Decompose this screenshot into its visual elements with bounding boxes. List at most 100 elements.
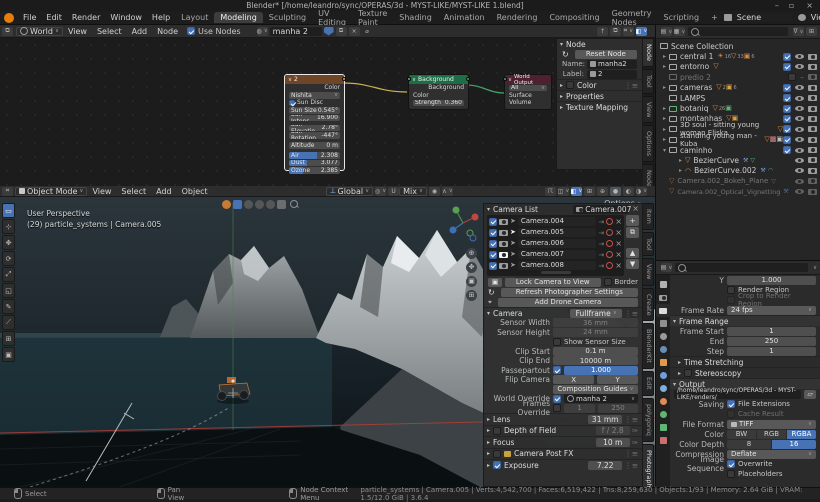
clear-active-camera-icon[interactable]: × xyxy=(632,205,639,213)
sun-intensity-field[interactable]: Sun Intens16.900 xyxy=(285,114,344,122)
active-tool-tab-icon[interactable] xyxy=(233,200,242,209)
hide-eye-icon[interactable] xyxy=(795,64,804,69)
time-stretching-panel[interactable]: ▸Time Stretching xyxy=(670,356,820,367)
texture-mapping-subpanel[interactable]: ▸Texture Mapping xyxy=(557,101,642,112)
shader-menu-node[interactable]: Node xyxy=(152,27,183,36)
placeholders-checkbox[interactable] xyxy=(727,470,735,478)
printer-output-tab-icon[interactable] xyxy=(277,200,286,209)
material-tab-icon[interactable] xyxy=(222,200,231,209)
sky-node-header[interactable]: ∨ 2 xyxy=(285,75,344,84)
rotate-tool[interactable]: ⟳ xyxy=(2,251,15,266)
gizmo-x-axis[interactable] xyxy=(472,214,479,221)
altitude-field[interactable]: Altitude0 m xyxy=(285,142,344,150)
render-region-checkbox[interactable] xyxy=(727,286,735,294)
physics-tab-icon[interactable] xyxy=(656,395,670,408)
outliner-row-scene-collection[interactable]: Scene Collection xyxy=(656,41,820,51)
depth-16-option[interactable]: 16 xyxy=(772,440,816,449)
sensor-width-field[interactable]: 36 mm xyxy=(553,318,638,327)
sun-disc-checkbox[interactable]: Sun Disc xyxy=(285,99,344,107)
camera-view-icon[interactable]: ▣ xyxy=(466,276,477,287)
outliner-row-collection[interactable]: ▸entorno▽ xyxy=(656,62,820,72)
scale-tool[interactable]: ⤢ xyxy=(2,267,15,282)
modifier-tab-icon[interactable] xyxy=(656,369,670,382)
pin-icon[interactable]: ⌀ xyxy=(362,27,373,36)
hide-eye-icon[interactable] xyxy=(795,85,804,90)
shader-menu-add[interactable]: Add xyxy=(127,27,153,36)
workspace-tab-scripting[interactable]: Scripting xyxy=(657,12,705,23)
texture-tab-icon[interactable] xyxy=(656,434,670,447)
exposure-checkbox[interactable] xyxy=(493,461,501,469)
transform-tool[interactable]: ◱ xyxy=(2,283,15,298)
menu-edit[interactable]: Edit xyxy=(41,13,67,22)
use-nodes-checkbox[interactable]: Use Nodes xyxy=(187,27,241,36)
gizmo-neg-z-axis[interactable] xyxy=(470,235,476,241)
slot-copy-icon[interactable]: ⧉ xyxy=(610,27,621,36)
menu-file[interactable]: File xyxy=(18,13,41,22)
exclude-checkbox[interactable] xyxy=(783,115,791,123)
background-color-input[interactable]: Color xyxy=(409,92,468,100)
move-down-button[interactable]: ▼ xyxy=(626,259,639,269)
viewport-editor-type-icon[interactable]: ⌗ xyxy=(2,187,13,196)
filter-mode-icon[interactable]: ▦∨ xyxy=(674,27,685,36)
render-camera-icon[interactable] xyxy=(808,157,817,163)
outliner-row-collection[interactable]: ▸botaniq▽26▣ xyxy=(656,103,820,113)
exposure-panel[interactable]: ▸Exposure7.22⋮≡ xyxy=(484,459,642,471)
outliner-row-object[interactable]: ▸▽BezierCurve⚒▽ xyxy=(656,155,820,165)
hide-eye-icon[interactable] xyxy=(795,54,804,59)
color-depth-segment[interactable]: 816 xyxy=(727,440,816,449)
rgba-option[interactable]: RGBA xyxy=(787,430,816,439)
color-subpanel[interactable]: ▸Color⋮≡ xyxy=(557,79,642,90)
aspect-y-field[interactable]: 1.000 xyxy=(727,276,816,285)
render-camera-icon[interactable] xyxy=(808,147,817,153)
scene-selector[interactable]: Scene xyxy=(724,13,792,22)
tab-create[interactable]: Create xyxy=(643,288,654,322)
rgb-option[interactable]: RGB xyxy=(757,430,787,439)
camera-tool[interactable]: ▣ xyxy=(2,347,15,362)
ortho-toggle-icon[interactable]: ⊞ xyxy=(466,290,477,301)
strength-field[interactable]: Strength0.360 xyxy=(409,99,468,107)
tab-photographer[interactable]: Photographer xyxy=(643,444,654,487)
gizmo-y-axis[interactable] xyxy=(453,207,460,214)
orientation-dropdown[interactable]: ⟂Global∨ xyxy=(326,187,373,196)
world-output-node[interactable]: ∨ World Output All∨ Surface Volume xyxy=(504,74,552,110)
shader-menu-select[interactable]: Select xyxy=(92,27,127,36)
parent-up-icon[interactable]: ↑ xyxy=(597,27,608,36)
hide-eye-icon[interactable] xyxy=(795,168,804,173)
filter-funnel-icon[interactable]: ∇∨ xyxy=(793,27,804,36)
overwrite-checkbox[interactable] xyxy=(727,460,735,468)
node-label-field[interactable]: 2 xyxy=(587,70,637,79)
tab-view[interactable]: View xyxy=(643,258,654,285)
render-camera-icon[interactable] xyxy=(808,126,817,132)
sun-size-field[interactable]: Sun Size0.545° xyxy=(285,107,344,115)
properties-options-icon[interactable]: ∨ xyxy=(813,265,817,271)
sky-texture-node[interactable]: ∨ 2 Color Nishita∨ Sun Disc Sun Size0.54… xyxy=(284,74,345,171)
scene-tab-icon[interactable] xyxy=(255,200,264,209)
properties-subpanel[interactable]: ▸Properties xyxy=(557,90,642,101)
workspace-tab-modeling[interactable]: Modeling xyxy=(214,12,262,23)
menu-render[interactable]: Render xyxy=(67,13,105,22)
shader-type-dropdown[interactable]: World∨ xyxy=(16,27,63,36)
menu-help[interactable]: Help xyxy=(147,13,175,22)
hide-eye-icon[interactable] xyxy=(795,127,804,132)
viewlayer-selector[interactable]: ViewLayer xyxy=(798,13,820,22)
node-panel-header[interactable]: ▾Node xyxy=(557,39,642,49)
exclude-checkbox[interactable] xyxy=(783,105,791,113)
editor-type-icon[interactable]: ⧉ xyxy=(2,27,13,36)
data-tab-icon[interactable] xyxy=(656,421,670,434)
sun-rotation-field[interactable]: Sun Rotation-447° xyxy=(285,132,344,140)
output-path-field[interactable]: /home/leandro/sync/OPERAS/3d - MYST-LIKE… xyxy=(674,390,801,399)
outliner-row-object[interactable]: ▸◠BezierCurve.002⚒◠ xyxy=(656,166,820,176)
tab-edit[interactable]: Edit xyxy=(643,371,654,396)
camera-row[interactable]: ➤Camera.004⇥× xyxy=(487,216,624,227)
outliner-row-collection[interactable]: ▸standing young man - Kuba▽▩▣ xyxy=(656,135,820,145)
render-camera-icon[interactable] xyxy=(808,74,817,80)
exclude-checkbox[interactable] xyxy=(783,94,791,102)
border-checkbox[interactable] xyxy=(604,278,612,286)
crop-region-checkbox[interactable] xyxy=(727,296,735,304)
hide-eye-icon[interactable] xyxy=(795,96,804,101)
snap-magnet-icon[interactable]: U xyxy=(388,187,399,196)
bw-option[interactable]: BW xyxy=(727,430,757,439)
frame-rate-dropdown[interactable]: 24 fps∨ xyxy=(727,306,816,315)
shading-solid-icon[interactable]: ● xyxy=(610,187,621,196)
flip-y-button[interactable]: Y xyxy=(597,375,638,384)
